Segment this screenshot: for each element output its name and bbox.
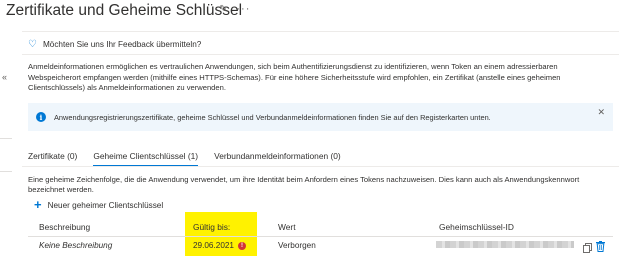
column-header-description: Beschreibung: [39, 222, 91, 232]
secret-description-cell: Keine Beschreibung: [39, 241, 113, 250]
secret-expiry-date: 29.06.2021: [193, 241, 234, 250]
info-icon: i: [36, 112, 46, 122]
credential-tabs: Zertifikate (0) Geheime Clientschlüssel …: [28, 151, 357, 167]
column-header-value: Wert: [278, 222, 296, 232]
info-banner-text: Anwendungsregistrierungszertifikate, geh…: [54, 112, 491, 122]
pin-icon[interactable]: ✎: [219, 4, 227, 15]
expired-warning-icon: !: [237, 241, 246, 250]
copy-icon[interactable]: [583, 240, 592, 258]
header-divider: [22, 31, 619, 32]
secret-expiry-cell: 29.06.2021 !: [193, 241, 246, 250]
nav-divider: [0, 171, 12, 172]
table-header-divider: [28, 236, 613, 237]
secrets-description: Eine geheime Zeichenfolge, die die Anwen…: [28, 175, 580, 194]
tab-federated-credentials[interactable]: Verbundanmeldeinformationen (0): [214, 151, 341, 167]
page-title: Zertifikate und Geheime Schlüssel: [6, 2, 243, 19]
feedback-label: Möchten Sie uns Ihr Feedback übermitteln…: [42, 40, 202, 49]
tab-certificates[interactable]: Zertifikate (0): [28, 151, 77, 167]
credentials-description: Anmeldeinformationen ermöglichen es vert…: [28, 62, 561, 92]
tabs-divider: [22, 166, 619, 167]
secret-id-masked: [436, 241, 574, 248]
feedback-divider: [22, 54, 619, 55]
left-nav-strip: «: [0, 32, 14, 278]
delete-icon[interactable]: [596, 239, 605, 257]
feedback-link[interactable]: ♡ Möchten Sie uns Ihr Feedback übermitte…: [28, 39, 201, 50]
collapse-menu-icon[interactable]: «: [2, 72, 7, 82]
new-client-secret-label: Neuer geheimer Clientschlüssel: [47, 200, 164, 210]
more-options-icon[interactable]: ···: [236, 3, 250, 15]
new-client-secret-button[interactable]: + Neuer geheimer Clientschlüssel: [34, 197, 164, 212]
title-tools: ✎ ···: [219, 3, 250, 15]
info-banner: i Anwendungsregistrierungszertifikate, g…: [28, 103, 613, 131]
tab-client-secrets[interactable]: Geheime Clientschlüssel (1): [93, 151, 198, 167]
plus-icon: +: [34, 197, 42, 212]
column-header-expires: Gültig bis:: [193, 222, 231, 232]
nav-divider: [0, 138, 12, 139]
secret-value-cell: Verborgen: [278, 241, 316, 250]
column-header-secret-id: Geheimschlüssel-ID: [439, 222, 514, 232]
heart-icon: ♡: [28, 39, 37, 50]
close-icon[interactable]: ✕: [597, 107, 605, 118]
